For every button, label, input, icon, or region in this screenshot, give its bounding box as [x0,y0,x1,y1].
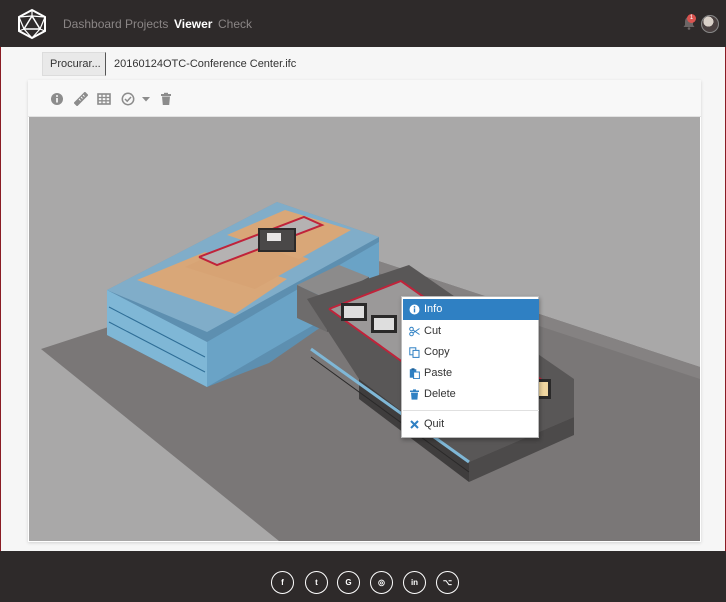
nav-link-check[interactable]: Check [218,17,252,31]
github-icon[interactable]: ⌥ [436,571,459,594]
info-icon [409,304,420,315]
trash-icon[interactable] [159,92,173,106]
scissors-icon [409,326,420,337]
file-name-label: 20160124OTC-Conference Center.ifc [114,58,297,70]
building-model-render [41,202,700,541]
context-menu-item-cut[interactable]: Cut [403,321,539,342]
page-footer [0,551,726,602]
context-menu-item-quit[interactable]: Quit [403,414,539,435]
context-menu-item-info[interactable]: Info [403,299,539,320]
context-menu-separator [403,410,539,411]
twitter-icon[interactable]: t [305,571,328,594]
notification-badge: 1 [687,14,696,23]
context-menu-label: Copy [424,346,450,358]
context-menu-item-copy[interactable]: Copy [403,342,539,363]
copy-icon [409,347,420,358]
context-menu-item-paste[interactable]: Paste [403,363,539,384]
facebook-icon[interactable]: f [271,571,294,594]
ruler-icon[interactable] [74,92,88,106]
grid-icon[interactable] [97,92,111,106]
nav-link-projects[interactable]: Projects [125,17,168,31]
close-icon [410,420,419,429]
check-circle-icon[interactable] [121,92,135,106]
nav-link-dashboard[interactable]: Dashboard [63,17,122,31]
context-menu: Info Cut Copy Paste Delete Quit [401,296,539,438]
info-icon[interactable] [50,92,64,106]
context-menu-item-delete[interactable]: Delete [403,384,539,405]
model-viewer-canvas[interactable] [29,117,700,541]
trash-icon [410,389,419,400]
context-menu-label: Info [424,303,443,315]
context-menu-label: Paste [424,367,453,379]
page-edge-left [0,47,1,602]
instagram-icon[interactable]: ◎ [370,571,393,594]
nav-link-viewer[interactable]: Viewer [174,17,212,31]
polyhedron-logo-icon[interactable] [16,8,48,40]
paste-icon [409,368,420,379]
caret-down-icon[interactable] [139,92,153,106]
browse-file-button[interactable]: Procurar... [42,52,106,76]
user-avatar[interactable] [701,15,719,33]
context-menu-label: Cut [424,325,442,337]
context-menu-label: Quit [424,418,445,430]
context-menu-label: Delete [424,388,456,400]
google-icon[interactable]: G [337,571,360,594]
linkedin-icon[interactable]: in [403,571,426,594]
